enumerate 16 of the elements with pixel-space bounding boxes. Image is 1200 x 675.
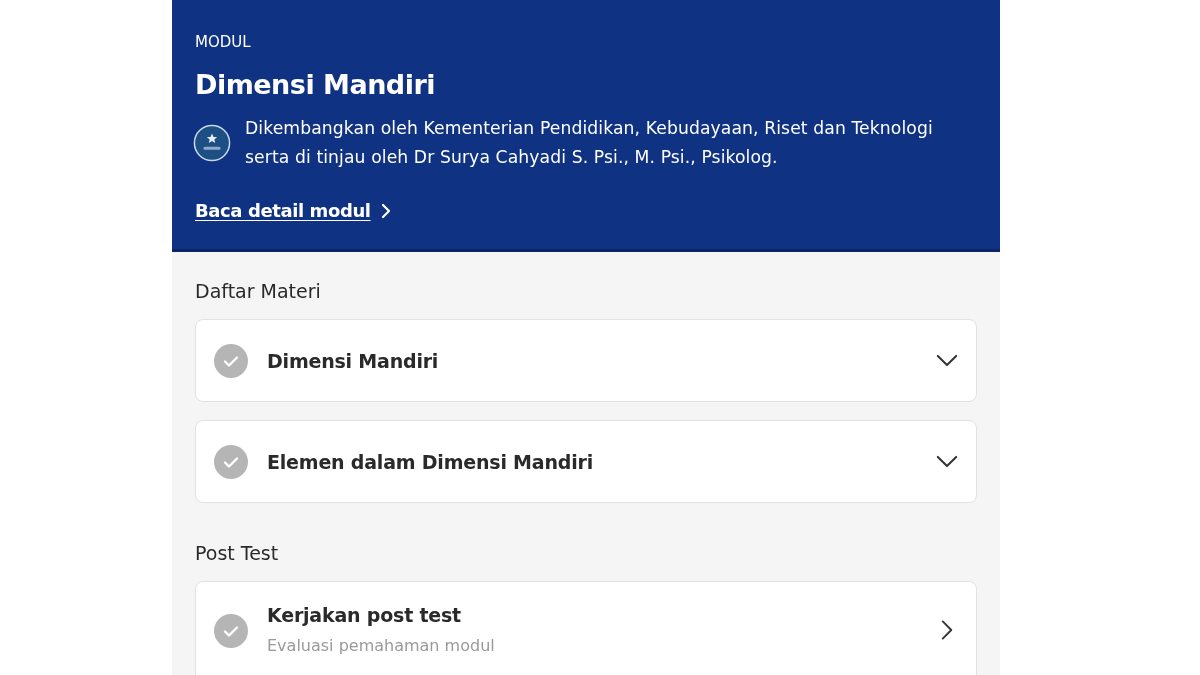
material-accordion[interactable]: Elemen dalam Dimensi Mandiri [195, 420, 977, 503]
module-label: MODUL [195, 32, 252, 52]
read-detail-link[interactable]: Baca detail modul [195, 199, 391, 223]
module-title: Dimensi Mandiri [195, 68, 437, 102]
module-description: Dikembangkan oleh Kementerian Pendidikan, Kebudayaan, Riset dan Teknologi serta di tinjau oleh Dr Surya Cahyadi S. Psi., M. Psi., Psikolog. [245, 117, 934, 169]
chevron-right-icon [941, 619, 953, 641]
section-title: Post Test [195, 541, 280, 566]
post-test-card[interactable]: Kerjakan post test Evaluasi pemahaman modul [195, 581, 977, 675]
material-accordion[interactable]: Dimensi Mandiri [195, 319, 977, 402]
section-title: Daftar Materi [195, 279, 322, 304]
card-title: Dimensi Mandiri [267, 348, 440, 374]
chevron-right-icon [380, 203, 391, 219]
card-title: Elemen dalam Dimensi Mandiri [267, 449, 594, 475]
emblem-icon [193, 124, 231, 162]
card-title: Kerjakan post test [267, 603, 462, 628]
card-subtitle: Evaluasi pemahaman modul [267, 636, 496, 656]
